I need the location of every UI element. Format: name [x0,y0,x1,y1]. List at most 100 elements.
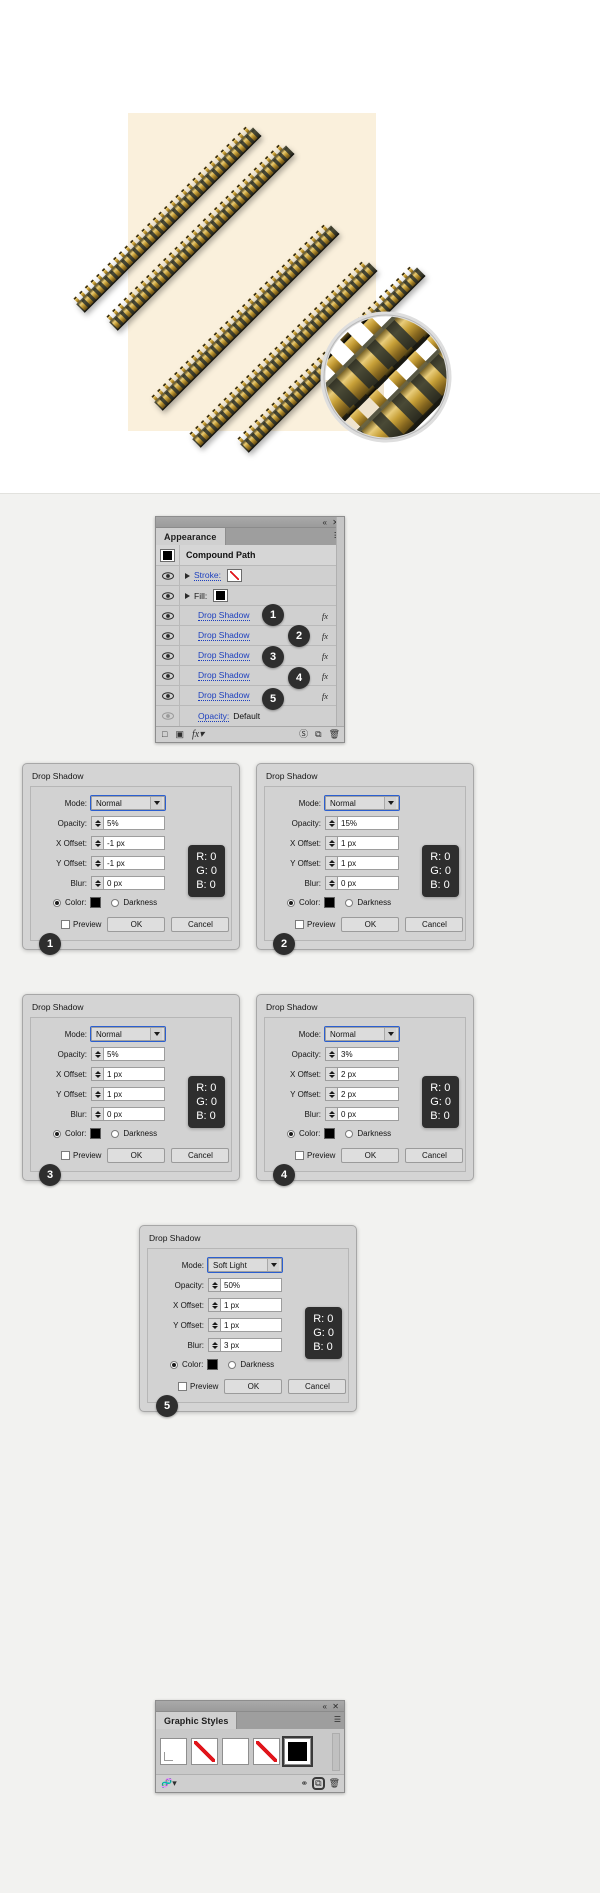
visibility-toggle-opacity[interactable] [156,706,180,726]
visibility-toggle-drop-shadow-1[interactable] [156,606,180,625]
x-offset-input[interactable]: -1 px [103,836,165,850]
x-offset-input[interactable]: 1 px [337,836,399,850]
opacity-stepper[interactable] [325,1047,337,1061]
appearance-row-drop-shadow-3[interactable]: Drop Shadow fx [156,646,344,666]
fx-icon[interactable]: fx [322,631,328,641]
tab-appearance[interactable]: Appearance [156,528,226,545]
appearance-row-fill[interactable]: Fill: [156,586,344,606]
visibility-toggle-drop-shadow-4[interactable] [156,666,180,685]
x-offset-input[interactable]: 1 px [220,1298,282,1312]
appearance-scrollbar[interactable] [336,517,344,742]
darkness-radio[interactable] [111,898,120,907]
y-offset-input[interactable]: 1 px [220,1318,282,1332]
graphic-style-thumb-default[interactable] [160,1738,187,1765]
visibility-toggle-drop-shadow-5[interactable] [156,686,180,705]
blur-stepper[interactable] [325,1107,337,1121]
cancel-button[interactable]: Cancel [171,1148,230,1163]
color-chip[interactable] [207,1359,219,1370]
mode-select[interactable]: Soft Light [207,1257,283,1273]
x-offset-stepper[interactable] [325,1067,337,1081]
ok-button[interactable]: OK [341,917,400,932]
fx-icon[interactable]: fx [322,671,328,681]
opacity-input[interactable]: 5% [103,1047,165,1061]
blur-stepper[interactable] [91,876,103,890]
color-chip[interactable] [324,1128,336,1139]
color-radio[interactable] [170,1360,178,1369]
panel-menu-icon[interactable]: ☰ [334,1715,341,1724]
mode-select[interactable]: Normal [324,795,400,811]
cancel-button[interactable]: Cancel [288,1379,347,1394]
color-radio[interactable] [53,898,61,907]
cancel-button[interactable]: Cancel [405,917,464,932]
add-new-stroke-icon[interactable]: □ [162,730,167,739]
appearance-row-drop-shadow-1[interactable]: Drop Shadow fx [156,606,344,626]
new-graphic-style-icon[interactable]: ⧉ [312,1777,325,1790]
x-offset-stepper[interactable] [91,836,103,850]
appearance-row-label[interactable]: Drop Shadow [198,670,250,681]
visibility-toggle-drop-shadow-2[interactable] [156,626,180,645]
opacity-input[interactable]: 3% [337,1047,399,1061]
blur-input[interactable]: 0 px [103,1107,165,1121]
appearance-target-row[interactable]: Compound Path [156,545,344,566]
fx-icon[interactable]: fx [322,651,328,661]
ok-button[interactable]: OK [341,1148,400,1163]
cancel-button[interactable]: Cancel [405,1148,464,1163]
y-offset-stepper[interactable] [91,1087,103,1101]
x-offset-input[interactable]: 1 px [103,1067,165,1081]
preview-checkbox[interactable] [295,1151,304,1160]
mode-select[interactable]: Normal [90,1026,166,1042]
opacity-stepper[interactable] [91,1047,103,1061]
preview-checkbox-group[interactable]: Preview [61,1151,101,1160]
mode-select[interactable]: Normal [324,1026,400,1042]
ok-button[interactable]: OK [107,917,166,932]
clear-appearance-icon[interactable]: Ⓢ [299,730,308,739]
color-radio[interactable] [287,1129,295,1138]
blur-stepper[interactable] [325,876,337,890]
close-icon[interactable]: ✕ [332,1701,339,1712]
darkness-radio[interactable] [345,1129,354,1138]
darkness-radio[interactable] [111,1129,120,1138]
add-new-effect-fx-icon[interactable]: fx▾ [192,729,204,740]
double-chevron-left-icon[interactable]: « [323,517,327,528]
appearance-row-label[interactable]: Fill: [194,591,207,601]
appearance-row-label[interactable]: Stroke: [194,570,221,581]
break-link-to-style-icon[interactable]: ⚭ [301,1779,309,1788]
opacity-stepper[interactable] [325,816,337,830]
blur-stepper[interactable] [91,1107,103,1121]
delete-item-icon[interactable]: 🗑 [329,730,340,739]
graphic-styles-scrollbar[interactable] [332,1732,340,1771]
appearance-row-label[interactable]: Drop Shadow [198,650,250,661]
color-radio[interactable] [287,898,295,907]
opacity-input[interactable]: 15% [337,816,399,830]
graphic-styles-libraries-icon[interactable]: 🧬▾ [161,1779,177,1788]
appearance-row-drop-shadow-5[interactable]: Drop Shadow fx [156,686,344,706]
cancel-button[interactable]: Cancel [171,917,230,932]
preview-checkbox-group[interactable]: Preview [295,920,335,929]
darkness-radio[interactable] [345,898,354,907]
appearance-row-label[interactable]: Drop Shadow [198,630,250,641]
blur-input[interactable]: 0 px [103,876,165,890]
opacity-label[interactable]: Opacity: [198,711,230,722]
y-offset-stepper[interactable] [325,1087,337,1101]
opacity-input[interactable]: 50% [220,1278,282,1292]
opacity-input[interactable]: 5% [103,816,165,830]
x-offset-stepper[interactable] [325,836,337,850]
appearance-row-drop-shadow-4[interactable]: Drop Shadow fx [156,666,344,686]
color-radio[interactable] [53,1129,61,1138]
y-offset-input[interactable]: 2 px [337,1087,399,1101]
preview-checkbox[interactable] [61,1151,70,1160]
x-offset-input[interactable]: 2 px [337,1067,399,1081]
visibility-toggle-fill[interactable] [156,586,180,605]
y-offset-input[interactable]: -1 px [103,856,165,870]
blur-input[interactable]: 0 px [337,1107,399,1121]
y-offset-input[interactable]: 1 px [103,1087,165,1101]
expand-toggle-fill[interactable] [180,586,194,605]
appearance-row-label[interactable]: Drop Shadow [198,610,250,621]
x-offset-stepper[interactable] [91,1067,103,1081]
delete-graphic-style-icon[interactable]: 🗑 [329,1779,340,1788]
preview-checkbox-group[interactable]: Preview [61,920,101,929]
x-offset-stepper[interactable] [208,1298,220,1312]
blur-stepper[interactable] [208,1338,220,1352]
graphic-style-thumb-none-2[interactable] [253,1738,280,1765]
visibility-toggle-stroke[interactable] [156,566,180,585]
